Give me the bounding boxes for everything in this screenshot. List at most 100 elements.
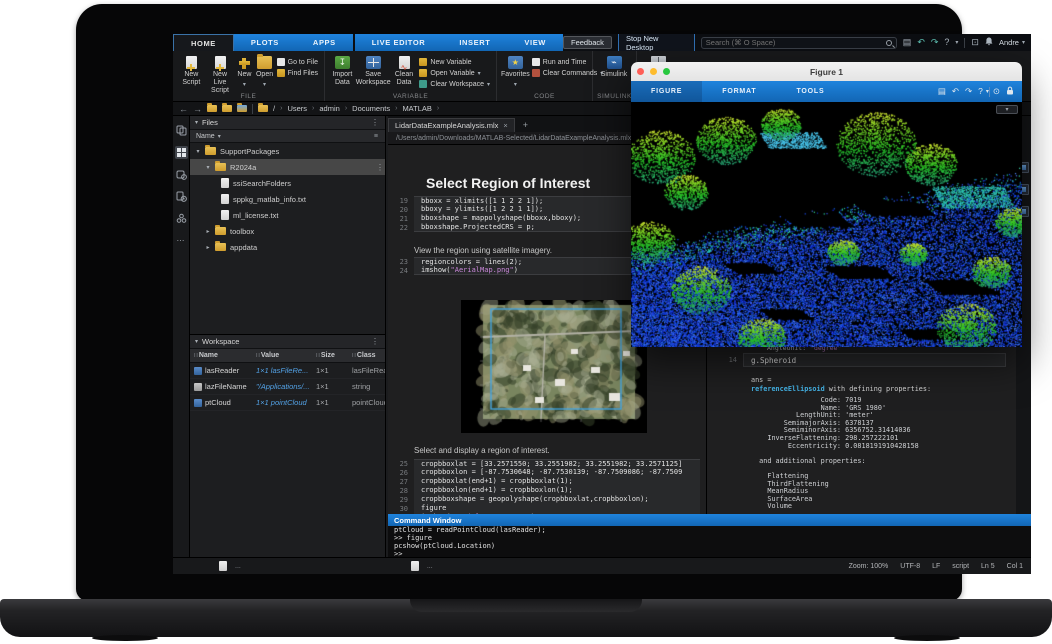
- tree-item-sppkg-matlab-info[interactable]: sppkg_matlab_info.txt: [190, 191, 385, 207]
- search-input[interactable]: [701, 37, 897, 49]
- tab-view[interactable]: VIEW: [507, 34, 563, 51]
- editor-tab-lidardataexampleanalysis[interactable]: LidarDataExampleAnalysis.mlx ×: [388, 118, 515, 132]
- workspace-row-ptcloud[interactable]: ptCloud 1×1 pointCloud 1×1 pointCloud: [190, 395, 385, 411]
- zoom-level[interactable]: Zoom: 100%: [849, 563, 889, 570]
- save-icon[interactable]: ▤: [903, 38, 912, 47]
- axes-dropdown[interactable]: ▾: [996, 105, 1018, 114]
- workspace-menu-icon[interactable]: ⋮: [371, 337, 380, 346]
- open-variable-button[interactable]: Open Variable▾: [419, 69, 490, 77]
- addons-icon[interactable]: [175, 212, 188, 225]
- save-workspace-button[interactable]: Save Workspace: [356, 54, 391, 87]
- clear-workspace-button[interactable]: Clear Workspace▾: [419, 80, 490, 88]
- save-icon[interactable]: ▤: [938, 87, 946, 96]
- files-menu-icon[interactable]: ⋮: [371, 118, 380, 127]
- help-icon[interactable]: ?: [978, 87, 983, 96]
- code-block-3[interactable]: 25cropbboxlat = [33.2571550; 33.2551982;…: [396, 459, 700, 522]
- recent-files-icon[interactable]: [175, 190, 188, 203]
- workspace-row-lasreader[interactable]: lasReader 1×1 lasFileRe... 1×1 lasFileRe…: [190, 363, 385, 379]
- tree-item-supportpackages[interactable]: ▾SupportPackages: [190, 143, 385, 159]
- tree-item-r2024a[interactable]: ▾R2024a ⋮: [190, 159, 385, 175]
- breadcrumb-admin[interactable]: admin: [319, 104, 339, 113]
- row-menu-icon[interactable]: ⋮: [376, 163, 385, 172]
- files-panel-header[interactable]: ▾ Files ⋮: [190, 116, 385, 130]
- figure-title-bar[interactable]: Figure 1: [631, 62, 1022, 81]
- point-cloud-plot[interactable]: [631, 102, 1022, 347]
- simulink-button[interactable]: Simulink: [597, 54, 631, 79]
- code-line-gspheroid[interactable]: g.Spheroid: [743, 353, 1006, 367]
- feedback-button[interactable]: Feedback: [563, 36, 612, 49]
- up-folder-icon[interactable]: [222, 105, 232, 112]
- tab-apps[interactable]: APPS: [296, 34, 353, 51]
- expanded-caret-icon[interactable]: ▾: [205, 164, 211, 171]
- new-tab-icon[interactable]: +: [515, 118, 536, 132]
- minimized-panel-icon[interactable]: [411, 561, 419, 571]
- figure-window[interactable]: Figure 1 FIGURE FORMAT TOOLS ▤ ↶ ↷ ? ▾ ⊙: [631, 62, 1022, 347]
- eol-indicator[interactable]: LF: [932, 563, 940, 570]
- import-data-icon: [335, 56, 350, 69]
- new-live-script-button[interactable]: New Live Script: [206, 54, 235, 95]
- aerial-map-figure-output[interactable]: [461, 300, 647, 433]
- workspace-row-lazfilename[interactable]: lazFileName "/Applications/... 1×1 strin…: [190, 379, 385, 395]
- tree-item-ssisearchfolders[interactable]: ssiSearchFolders: [190, 175, 385, 191]
- forward-arrow-icon[interactable]: →: [193, 104, 202, 114]
- workspace-panel-header[interactable]: ▾ Workspace ⋮: [190, 335, 385, 349]
- new-button[interactable]: New▾: [234, 54, 254, 88]
- encoding-indicator[interactable]: UTF-8: [900, 563, 920, 570]
- filetype-indicator[interactable]: script: [952, 563, 969, 570]
- group-by-icon[interactable]: ≡: [374, 133, 379, 140]
- projects-icon[interactable]: [175, 168, 188, 181]
- tab-plots[interactable]: PLOTS: [234, 34, 296, 51]
- breadcrumb-users[interactable]: Users: [287, 104, 307, 113]
- find-files-button[interactable]: Find Files: [277, 69, 318, 77]
- notifications-bell-icon[interactable]: [985, 37, 993, 48]
- search-field[interactable]: [706, 38, 882, 47]
- workspace-column-header[interactable]: ∷Name ∷Value ∷Size ∷Class: [190, 349, 385, 363]
- figure-axes-area[interactable]: ▾: [631, 102, 1022, 347]
- desktop-share-icon[interactable]: ⊡: [971, 38, 979, 47]
- import-data-button[interactable]: Import Data: [329, 54, 356, 87]
- dock-icon[interactable]: ⊙: [993, 87, 1000, 96]
- tree-item-ml-license[interactable]: ml_license.txt: [190, 207, 385, 223]
- collapsed-caret-icon[interactable]: ▸: [205, 244, 211, 251]
- back-arrow-icon[interactable]: ←: [179, 104, 188, 114]
- expanded-caret-icon[interactable]: ▾: [195, 148, 201, 155]
- tab-live-editor[interactable]: LIVE EDITOR: [355, 34, 443, 51]
- breadcrumb-documents[interactable]: Documents: [352, 104, 390, 113]
- undo-icon[interactable]: ↶: [952, 87, 959, 96]
- minimized-panel-icon[interactable]: [219, 561, 227, 571]
- new-variable-button[interactable]: New Variable: [419, 58, 490, 66]
- account-menu[interactable]: Andre▾: [999, 38, 1025, 47]
- figure-tab-format[interactable]: FORMAT: [702, 81, 776, 102]
- more-panels-icon[interactable]: ⋯: [175, 234, 188, 247]
- tab-insert[interactable]: INSERT: [442, 34, 507, 51]
- collapsed-caret-icon[interactable]: ▸: [205, 228, 211, 235]
- help-caret-icon[interactable]: ▾: [955, 39, 958, 46]
- command-window-header[interactable]: Command Window: [388, 514, 1031, 526]
- figure-tab-figure[interactable]: FIGURE: [631, 81, 702, 102]
- help-icon[interactable]: ?: [944, 38, 949, 47]
- undo-icon[interactable]: ↶: [917, 38, 925, 47]
- open-button[interactable]: Open▾: [254, 54, 274, 88]
- new-script-button[interactable]: New Script: [177, 54, 206, 87]
- collapse-caret-icon[interactable]: ▾: [195, 338, 198, 345]
- collapse-caret-icon[interactable]: ▾: [195, 119, 198, 126]
- clean-data-button[interactable]: Clean Data: [391, 54, 418, 87]
- browse-folder-icon[interactable]: [237, 105, 247, 112]
- tab-home[interactable]: HOME: [173, 34, 234, 51]
- redo-icon[interactable]: ↷: [931, 38, 939, 47]
- command-window[interactable]: Command Window ptCloud = readPointCloud(…: [388, 514, 1031, 557]
- go-to-file-button[interactable]: Go to File: [277, 58, 318, 66]
- new-folder-icon[interactable]: [207, 105, 217, 112]
- breadcrumb-root[interactable]: /: [273, 104, 275, 113]
- close-icon[interactable]: ×: [503, 121, 507, 130]
- lock-icon[interactable]: [1006, 86, 1014, 97]
- tree-item-appdata[interactable]: ▸appdata: [190, 239, 385, 255]
- open-files-icon[interactable]: [175, 124, 188, 137]
- favorites-button[interactable]: Favorites▾: [501, 54, 530, 88]
- breadcrumb-matlab[interactable]: MATLAB: [402, 104, 431, 113]
- figure-tab-tools[interactable]: TOOLS: [776, 81, 844, 102]
- files-column-header[interactable]: Name ▾ ≡: [190, 130, 385, 143]
- panel-grid-icon[interactable]: [175, 146, 188, 159]
- tree-item-toolbox[interactable]: ▸toolbox: [190, 223, 385, 239]
- redo-icon[interactable]: ↷: [965, 87, 972, 96]
